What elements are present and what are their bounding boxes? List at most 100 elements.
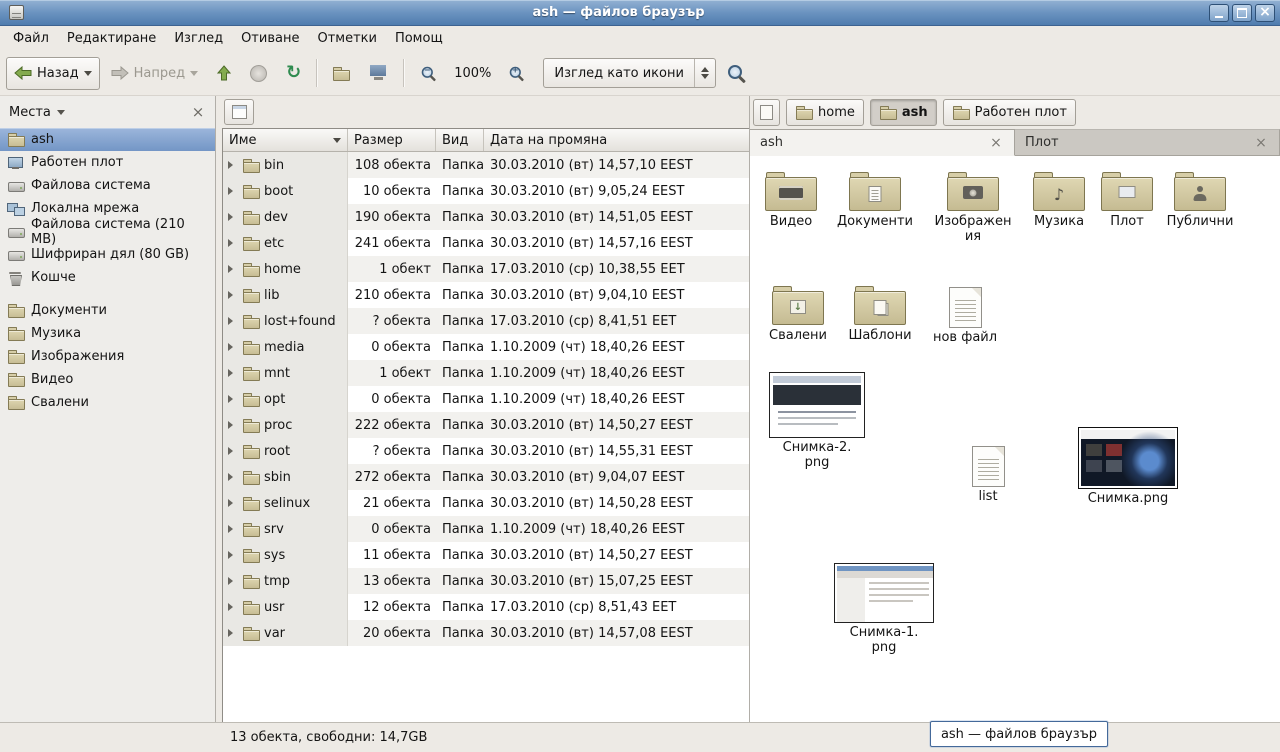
expander-icon[interactable]	[228, 629, 238, 637]
tab[interactable]: ash	[750, 129, 1015, 156]
table-row[interactable]: srv 0 обекта Папка 1.10.2009 (чт) 18,40,…	[223, 516, 749, 542]
pane-view-button[interactable]	[224, 99, 254, 125]
table-row[interactable]: lost+found ? обекта Папка 17.03.2010 (ср…	[223, 308, 749, 334]
computer-button[interactable]	[361, 57, 396, 90]
expander-icon[interactable]	[228, 369, 238, 377]
table-row[interactable]: dev 190 обекта Папка 30.03.2010 (вт) 14,…	[223, 204, 749, 230]
expander-icon[interactable]	[228, 525, 238, 533]
column-header-kind[interactable]: Вид	[436, 129, 484, 151]
expander-icon[interactable]	[228, 239, 238, 247]
table-row[interactable]: opt 0 обекта Папка 1.10.2009 (чт) 18,40,…	[223, 386, 749, 412]
file-icon[interactable]: Снимка-1. png	[832, 563, 936, 656]
sidebar-item[interactable]: Шифриран дял (80 GB)	[0, 243, 215, 266]
path-button[interactable]: home	[786, 99, 864, 126]
combo-arrows-icon[interactable]	[694, 59, 715, 87]
sidebar-item[interactable]: Видео	[0, 368, 215, 391]
expander-icon[interactable]	[228, 551, 238, 559]
sidebar-item[interactable]: Файлова система	[0, 174, 215, 197]
table-row[interactable]: etc 241 обекта Папка 30.03.2010 (вт) 14,…	[223, 230, 749, 256]
sidebar-item[interactable]: Музика	[0, 322, 215, 345]
table-row[interactable]: proc 222 обекта Папка 30.03.2010 (вт) 14…	[223, 412, 749, 438]
table-row[interactable]: var 20 обекта Папка 30.03.2010 (вт) 14,5…	[223, 620, 749, 646]
column-header-size[interactable]: Размер	[348, 129, 436, 151]
maximize-button[interactable]	[1232, 4, 1252, 22]
expander-icon[interactable]	[228, 291, 238, 299]
menu-item[interactable]: Изглед	[165, 28, 232, 49]
minimize-button[interactable]	[1209, 4, 1229, 22]
sidebar-item[interactable]: Изображения	[0, 345, 215, 368]
pathbar-root-button[interactable]	[753, 99, 780, 126]
sidebar-item[interactable]: Работен плот	[0, 151, 215, 174]
file-icon[interactable]: Изображен ия	[929, 166, 1017, 245]
expander-icon[interactable]	[228, 161, 238, 169]
table-row[interactable]: mnt 1 обект Папка 1.10.2009 (чт) 18,40,2…	[223, 360, 749, 386]
path-folder-icon	[879, 105, 897, 120]
icon-view[interactable]: Видео Документи Изображен ия	[750, 156, 1280, 722]
close-button[interactable]	[1255, 4, 1275, 22]
expander-icon[interactable]	[228, 473, 238, 481]
view-mode-select[interactable]: Изглед като икони	[543, 58, 716, 88]
zoom-in-button[interactable]: +	[499, 57, 534, 90]
sidebar-item[interactable]: Свалени	[0, 391, 215, 414]
tab-close-icon[interactable]	[988, 135, 1004, 151]
table-row[interactable]: lib 210 обекта Папка 30.03.2010 (вт) 9,0…	[223, 282, 749, 308]
file-icon[interactable]: Шаблони	[836, 280, 924, 344]
file-icon[interactable]: Снимка.png	[1076, 427, 1180, 507]
expander-icon[interactable]	[228, 603, 238, 611]
back-button[interactable]: Назад	[6, 57, 100, 90]
file-icon[interactable]: Свалени	[754, 280, 842, 344]
menu-item[interactable]: Отметки	[308, 28, 385, 49]
menu-item[interactable]: Помощ	[386, 28, 452, 49]
expander-icon[interactable]	[228, 187, 238, 195]
table-row[interactable]: selinux 21 обекта Папка 30.03.2010 (вт) …	[223, 490, 749, 516]
sidebar-item[interactable]: Документи	[0, 299, 215, 322]
expander-icon[interactable]	[228, 499, 238, 507]
path-button[interactable]: Работен плот	[943, 99, 1076, 126]
expander-icon[interactable]	[228, 447, 238, 455]
table-row[interactable]: sys 11 обекта Папка 30.03.2010 (вт) 14,5…	[223, 542, 749, 568]
table-row[interactable]: boot 10 обекта Папка 30.03.2010 (вт) 9,0…	[223, 178, 749, 204]
expander-icon[interactable]	[228, 343, 238, 351]
table-row[interactable]: home 1 обект Папка 17.03.2010 (ср) 10,38…	[223, 256, 749, 282]
file-icon[interactable]: Снимка-2. png	[765, 372, 869, 471]
file-icon[interactable]: Документи	[831, 166, 919, 230]
menu-item[interactable]: Отиване	[232, 28, 308, 49]
file-icon[interactable]: нов файл	[921, 280, 1009, 346]
reload-button[interactable]	[278, 57, 309, 90]
file-icon[interactable]: list	[944, 439, 1032, 505]
sidebar-close-icon[interactable]	[190, 103, 206, 121]
tab[interactable]: Плот	[1015, 129, 1280, 155]
expander-icon[interactable]	[228, 577, 238, 585]
path-button[interactable]: ash	[870, 99, 937, 126]
zoom-out-button[interactable]: −	[411, 57, 446, 90]
forward-button[interactable]: Напред	[103, 57, 206, 90]
expander-icon[interactable]	[228, 395, 238, 403]
back-history-chevron-icon[interactable]	[84, 71, 92, 80]
table-row[interactable]: bin 108 обекта Папка 30.03.2010 (вт) 14,…	[223, 152, 749, 178]
file-icon[interactable]: Видео	[750, 166, 835, 230]
expander-icon[interactable]	[228, 421, 238, 429]
table-row[interactable]: usr 12 обекта Папка 17.03.2010 (ср) 8,51…	[223, 594, 749, 620]
sidebar-item[interactable]: Файлова система (210 MB)	[0, 220, 215, 243]
column-header-name[interactable]: Име	[223, 129, 348, 151]
menu-item[interactable]: Редактиране	[58, 28, 165, 49]
table-row[interactable]: tmp 13 обекта Папка 30.03.2010 (вт) 15,0…	[223, 568, 749, 594]
table-row[interactable]: sbin 272 обекта Папка 30.03.2010 (вт) 9,…	[223, 464, 749, 490]
column-header-date[interactable]: Дата на промяна	[484, 129, 749, 151]
up-button[interactable]	[209, 57, 239, 90]
table-row[interactable]: media 0 обекта Папка 1.10.2009 (чт) 18,4…	[223, 334, 749, 360]
stop-button[interactable]	[242, 57, 275, 90]
tab-close-icon[interactable]	[1253, 135, 1269, 151]
menu-item[interactable]: Файл	[4, 28, 58, 49]
file-icon[interactable]: Публични	[1156, 166, 1244, 230]
sidebar-item[interactable]: Кошче	[0, 266, 215, 289]
home-button[interactable]	[324, 57, 358, 90]
sidebar-item[interactable]: ash	[0, 128, 215, 151]
search-button[interactable]	[719, 57, 754, 90]
taskbar-window-button[interactable]: ash — файлов браузър	[930, 721, 1108, 747]
sidebar-selector-chevron-icon[interactable]	[57, 110, 65, 119]
expander-icon[interactable]	[228, 265, 238, 273]
expander-icon[interactable]	[228, 213, 238, 221]
table-row[interactable]: root ? обекта Папка 30.03.2010 (вт) 14,5…	[223, 438, 749, 464]
expander-icon[interactable]	[228, 317, 238, 325]
